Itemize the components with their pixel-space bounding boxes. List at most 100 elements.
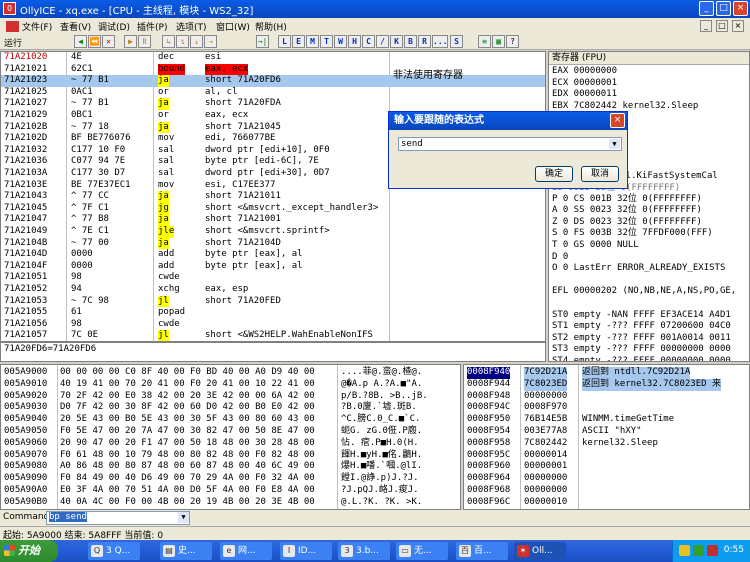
disasm-row[interactable]: 71A21055 61 popad (1, 307, 545, 319)
taskbar-item[interactable]: Q3 Q... (88, 542, 140, 560)
disasm-row[interactable]: 71A21020 4E dec esi (1, 52, 545, 64)
maximize-button[interactable]: □ (716, 1, 731, 16)
stack-row[interactable]: 0008F94C 0008F970 (464, 402, 749, 414)
toolbar-references-button[interactable]: R (418, 35, 431, 48)
toolbar-threads-button[interactable]: T (320, 35, 333, 48)
expression-input[interactable]: send ▼ (398, 137, 622, 151)
disasm-row[interactable]: 71A21049 ^ 7E C1 jle short <&msvcrt.sprintf… (1, 226, 545, 238)
register-row[interactable]: ST3 empty -??? FFFF 00000000 0000 (552, 344, 731, 356)
dump-pane[interactable]: 005A9000 00 00 00 00 C0 8F 40 00 F0 BD 40… (0, 364, 461, 510)
chevron-down-icon[interactable]: ▼ (609, 139, 620, 149)
register-row[interactable]: ST4 empty -??? FFFF 00000000 0000 (552, 356, 731, 361)
taskbar-item[interactable]: e 网... (220, 542, 272, 560)
register-row[interactable]: O 0 LastErr ERROR_ALREADY_EXISTS (552, 263, 725, 275)
restart-icon[interactable]: ⏪ (88, 35, 101, 48)
taskbar-item[interactable]: ▤ 史... (160, 542, 212, 560)
menu-debug[interactable]: 调试(D) (98, 20, 130, 33)
toolbar-log-button[interactable]: L (278, 35, 291, 48)
register-row[interactable]: T 0 GS 0000 NULL (552, 240, 639, 252)
minimize-button[interactable]: _ (699, 1, 714, 16)
menu-file[interactable]: 文件(F) (22, 20, 52, 33)
disasm-row[interactable]: 71A21045 ^ 7F C1 jg short <&msvcrt._except_… (1, 202, 545, 215)
toolbar-source-button[interactable]: S (450, 35, 463, 48)
register-row[interactable]: D 0 (552, 252, 568, 264)
toolbar-runtrace-button[interactable]: ... (432, 35, 448, 48)
register-row[interactable]: EFL 00000202 (NO,NB,NE,A,NS,PO,GE, (552, 286, 736, 298)
stack-row[interactable]: 0008F968 00000000 (464, 485, 749, 497)
menu-plugins[interactable]: 插件(P) (137, 20, 167, 33)
taskbar-item[interactable]: 百百... (456, 542, 508, 560)
start-button[interactable]: 开始 (0, 540, 58, 562)
stack-row[interactable]: 0008F948 00000000 (464, 391, 749, 403)
disasm-row[interactable]: 71A21047 ^ 77 B8 ja short 71A21001 (1, 214, 545, 226)
stack-row[interactable]: 0008F960 00000001 (464, 461, 749, 473)
step-into-icon[interactable]: ↳ (162, 35, 175, 48)
stack-row[interactable]: 0008F958 7C802442 kernel32.Sleep (464, 438, 749, 450)
taskbar-item[interactable]: 3 3.b... (338, 542, 390, 560)
stack-row[interactable]: 0008F940 7C92D21A 返回到 ntdll.7C92D21A (464, 367, 749, 379)
disasm-row[interactable]: 71A2104F 0000 add byte ptr [eax], al (1, 261, 545, 273)
register-row[interactable]: P 0 CS 001B 32位 0(FFFFFFFF) (552, 194, 702, 206)
tray-icon[interactable] (707, 545, 718, 556)
toolbar-modules-button[interactable]: E (292, 35, 305, 48)
register-row[interactable]: ST2 empty -??? FFFF 001A0014 0011 (552, 333, 731, 345)
register-row[interactable]: EAX 00000000 (552, 66, 617, 78)
disassembly-pane[interactable]: 71A21020 4E dec esi 71A21021 62C1 bound eax, ec… (0, 51, 546, 342)
disasm-row[interactable]: 71A21052 94 xchg eax, esp (1, 284, 545, 296)
disasm-row[interactable]: 71A21056 98 cwde (1, 319, 545, 331)
disasm-row[interactable]: 71A21053 ~ 7C 98 jl short 71A20FED (1, 295, 545, 308)
tray-icon[interactable] (693, 545, 704, 556)
register-row[interactable]: ECX 00000001 (552, 78, 617, 90)
register-row[interactable]: S 0 FS 003B 32位 7FFDF000(FFF) (552, 228, 713, 240)
cancel-button[interactable]: 取消 (581, 166, 619, 182)
grid-icon[interactable]: ▦ (492, 35, 505, 48)
stack-row[interactable]: 0008F964 00000000 (464, 473, 749, 485)
help-icon[interactable]: ? (506, 35, 519, 48)
toolbar-windows-button[interactable]: W (334, 35, 347, 48)
toolbar-cpu-button[interactable]: C (362, 35, 375, 48)
registers-pane[interactable]: 寄存器 (FPU) EAX 00000000 ECX 00000001 EDX 00… (548, 51, 750, 362)
stack-row[interactable]: 0008F944 7C8023ED 返回到 kernel32.7C8023ED 来 (464, 378, 749, 391)
toolbar-callstack-button[interactable]: K (390, 35, 403, 48)
ok-button[interactable]: 确定 (535, 166, 573, 182)
mdi-restore-button[interactable]: □ (716, 20, 728, 32)
register-row[interactable]: Z 0 DS 0023 32位 0(FFFFFFFF) (552, 217, 702, 229)
register-row[interactable]: ST1 empty -??? FFFF 07200600 04C0 (552, 321, 731, 333)
taskbar-item[interactable]: I ID... (280, 542, 332, 560)
close-program-icon[interactable]: ✕ (102, 35, 115, 48)
stack-row[interactable]: 0008F95C 00000014 (464, 450, 749, 462)
toolbar-patches-button[interactable]: / (376, 35, 389, 48)
disasm-row[interactable]: 71A2104B ~ 77 00 ja short 71A2104D (1, 237, 545, 250)
register-row[interactable]: EDX 00000011 (552, 89, 617, 101)
stack-row[interactable]: 0008F96C 00000010 (464, 497, 749, 509)
disasm-row[interactable]: 71A21027 ~ 77 B1 ja short 71A20FDA (1, 98, 545, 110)
list-icon[interactable]: ≡ (478, 35, 491, 48)
dialog-close-icon[interactable]: × (610, 113, 625, 128)
trace-over-icon[interactable]: ⇢ (204, 35, 217, 48)
toolbar-handles-button[interactable]: H (348, 35, 361, 48)
disasm-row[interactable]: 71A21051 98 cwde (1, 272, 545, 284)
menu-window[interactable]: 窗口(W) (216, 20, 250, 33)
register-row[interactable]: ST0 empty -NAN FFFF EF3ACE14 A4D1 (552, 310, 731, 322)
open-icon[interactable]: ◀ (74, 35, 87, 48)
tray-icon[interactable] (679, 545, 690, 556)
stack-row[interactable]: 0008F954 003E77A8 ASCII "hXY" (464, 426, 749, 438)
run-icon[interactable]: ▶ (124, 35, 137, 48)
disasm-row[interactable]: 71A21021 62C1 bound eax, ecx (1, 63, 545, 76)
command-input[interactable]: bp send (46, 511, 190, 525)
register-row[interactable]: A 0 SS 0023 32位 0(FFFFFFFF) (552, 205, 702, 217)
disasm-row[interactable]: 71A21057 7C 0E jl short <&WS2HELP.WahEnable… (1, 330, 545, 341)
disasm-row[interactable]: 71A21025 0AC1 or al, cl (1, 87, 545, 99)
mdi-close-button[interactable]: × (732, 20, 744, 32)
pause-icon[interactable]: Ⅱ (138, 35, 151, 48)
disasm-row[interactable]: 71A21043 ^ 77 CC ja short 71A21011 (1, 191, 545, 203)
disasm-row[interactable]: 71A21023 ~ 77 B1 ja short 71A20FD6 (1, 75, 545, 87)
mdi-icon[interactable] (6, 21, 19, 32)
toolbar-breakpoints-button[interactable]: B (404, 35, 417, 48)
stack-pane[interactable]: 0008F940 7C92D21A 返回到 ntdll.7C92D21A 0008F9… (463, 364, 750, 510)
trace-into-icon[interactable]: ⇣ (190, 35, 203, 48)
menu-options[interactable]: 选项(T) (176, 20, 207, 33)
taskbar-item-ollyice[interactable]: ✶ Oll... (514, 542, 566, 560)
chevron-down-icon[interactable]: ▼ (178, 512, 189, 523)
execute-till-return-icon[interactable]: →| (256, 35, 269, 48)
